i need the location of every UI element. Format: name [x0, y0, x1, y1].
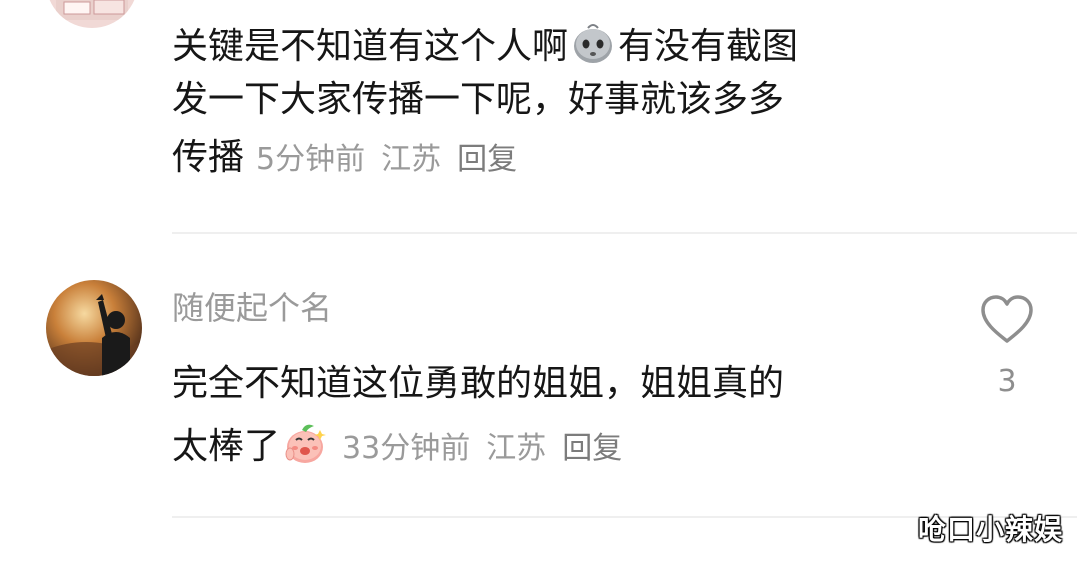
- comment-avatar-1[interactable]: [46, 0, 138, 28]
- comment-1-line2: 发一下大家传播一下呢，好事就该多多: [172, 79, 785, 120]
- comment-meta-1: 5分钟前 江苏 回复: [256, 142, 517, 177]
- like-count: 3: [997, 364, 1017, 399]
- comment-1-time: 5分钟前: [256, 142, 366, 177]
- comment-text-2-line2: 太棒了 33分钟前 江苏 回复: [172, 420, 622, 471]
- comment-text-1-line2: 发一下大家传播一下呢，好事就该多多: [172, 78, 784, 122]
- comment-1-line3: 传播: [172, 137, 245, 178]
- comment-2-line2: 太棒了: [172, 426, 281, 467]
- comment-text-2-line1: 完全不知道这位勇敢的姐姐，姐姐真的: [172, 362, 784, 406]
- comment-1-line1b: 有没有截图: [618, 26, 799, 67]
- heart-outline-icon[interactable]: [979, 293, 1035, 345]
- watermark-text: 呛口小辣娱: [917, 513, 1063, 546]
- comment-username-2[interactable]: 随便起个名: [172, 286, 332, 330]
- comment-1-line1a: 关键是不知道有这个人啊: [172, 26, 569, 67]
- comment-2-location: 江苏: [486, 431, 547, 466]
- comment-meta-2: 33分钟前 江苏 回复: [342, 431, 622, 466]
- reply-button-1[interactable]: 回复: [457, 142, 517, 177]
- divider-1: [172, 232, 1077, 234]
- peach-clap-emoji-icon: [282, 420, 328, 466]
- comment-1-location: 江苏: [381, 142, 442, 177]
- comment-2-line1: 完全不知道这位勇敢的姐姐，姐姐真的: [172, 363, 785, 404]
- comment-text-1-line3: 传播 5分钟前 江苏 回复: [172, 136, 517, 182]
- comment-text-1: 关键是不知道有这个人啊 有没有截图: [172, 20, 798, 69]
- comment-avatar-2[interactable]: [46, 280, 142, 376]
- worried-blob-emoji-icon: [570, 20, 616, 66]
- comment-2-time: 33分钟前: [342, 431, 471, 466]
- reply-button-2[interactable]: 回复: [562, 431, 622, 466]
